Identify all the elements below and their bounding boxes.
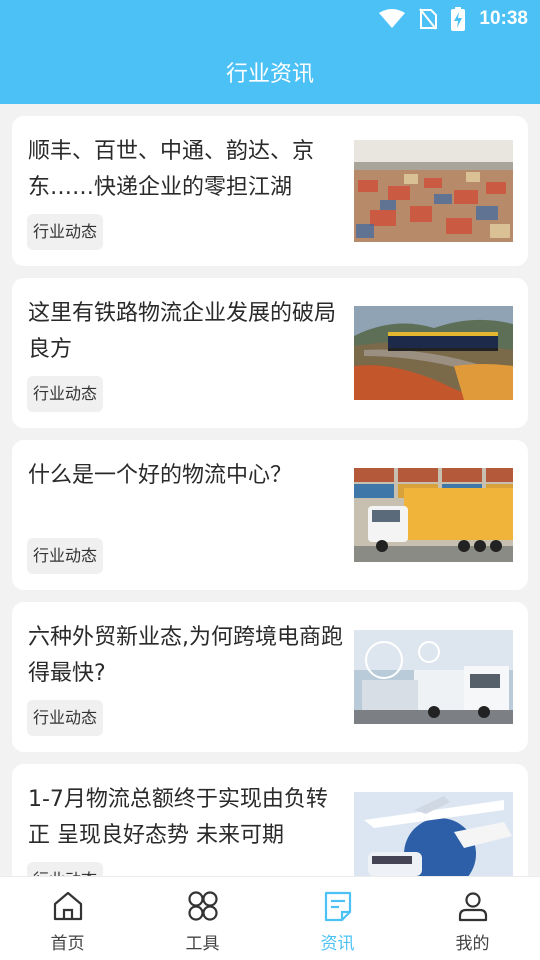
- logistics-tech-image: [354, 630, 513, 724]
- nav-news[interactable]: 资讯: [270, 877, 405, 960]
- header-bar: 10:38 行业资讯: [0, 0, 540, 104]
- news-card[interactable]: 六种外贸新业态,为何跨境电商跑得最快? 行业动态: [12, 602, 528, 752]
- page-title: 行业资讯: [225, 62, 314, 87]
- news-title: 顺丰、百世、中通、韵达、京东……快递企业的零担江湖: [28, 139, 315, 200]
- nav-tools[interactable]: 工具: [135, 877, 270, 960]
- battery-charging-icon: [451, 7, 466, 31]
- app-screen: 10:38 行业资讯 顺丰、百世、中通、韵达、京东……快递企业的零担江湖 行业动…: [0, 0, 540, 960]
- wifi-icon: [379, 9, 406, 28]
- news-tag: 行业动态: [27, 214, 104, 250]
- news-title: 这里有铁路物流企业发展的破局良方: [28, 301, 337, 362]
- nav-tools-label: 工具: [185, 934, 220, 954]
- news-title: 1-7月物流总额终于实现由负转正 呈现良好态势 未来可期: [28, 787, 328, 848]
- news-card[interactable]: 什么是一个好的物流中心？ 行业动态: [12, 440, 528, 590]
- news-title: 什么是一个好的物流中心？: [28, 463, 293, 488]
- news-tag: 行业动态: [27, 376, 104, 412]
- news-icon: [324, 891, 351, 922]
- status-time: 10:38: [479, 8, 528, 29]
- bottom-navigation: 首页 工具 资讯 我的: [0, 876, 540, 960]
- news-tag: 行业动态: [27, 700, 104, 736]
- nav-news-label: 资讯: [320, 934, 355, 954]
- status-icons: 10:38: [379, 6, 528, 32]
- news-card[interactable]: 这里有铁路物流企业发展的破局良方 行业动态: [12, 278, 528, 428]
- no-sim-icon: [419, 8, 438, 30]
- transport-image: [354, 792, 513, 876]
- nav-mine-label: 我的: [455, 934, 490, 954]
- news-list[interactable]: 顺丰、百世、中通、韵达、京东……快递企业的零担江湖 行业动态 这里有铁路物流企业…: [0, 104, 540, 876]
- nav-mine[interactable]: 我的: [405, 877, 540, 960]
- truck-image: [354, 468, 513, 562]
- nav-home-label: 首页: [50, 934, 85, 954]
- warehouse-image: [354, 140, 513, 242]
- home-icon: [53, 891, 82, 921]
- news-title: 六种外贸新业态,为何跨境电商跑得最快?: [28, 625, 343, 686]
- user-icon: [458, 892, 487, 922]
- grid-icon: [187, 891, 218, 921]
- news-card[interactable]: 1-7月物流总额终于实现由负转正 呈现良好态势 未来可期 行业动态: [12, 764, 528, 876]
- status-bar: 10:38: [0, 0, 540, 38]
- news-tag: 行业动态: [27, 862, 104, 876]
- news-card[interactable]: 顺丰、百世、中通、韵达、京东……快递企业的零担江湖 行业动态: [12, 116, 528, 266]
- news-tag: 行业动态: [27, 538, 104, 574]
- nav-home[interactable]: 首页: [0, 877, 135, 960]
- train-image: [354, 306, 513, 400]
